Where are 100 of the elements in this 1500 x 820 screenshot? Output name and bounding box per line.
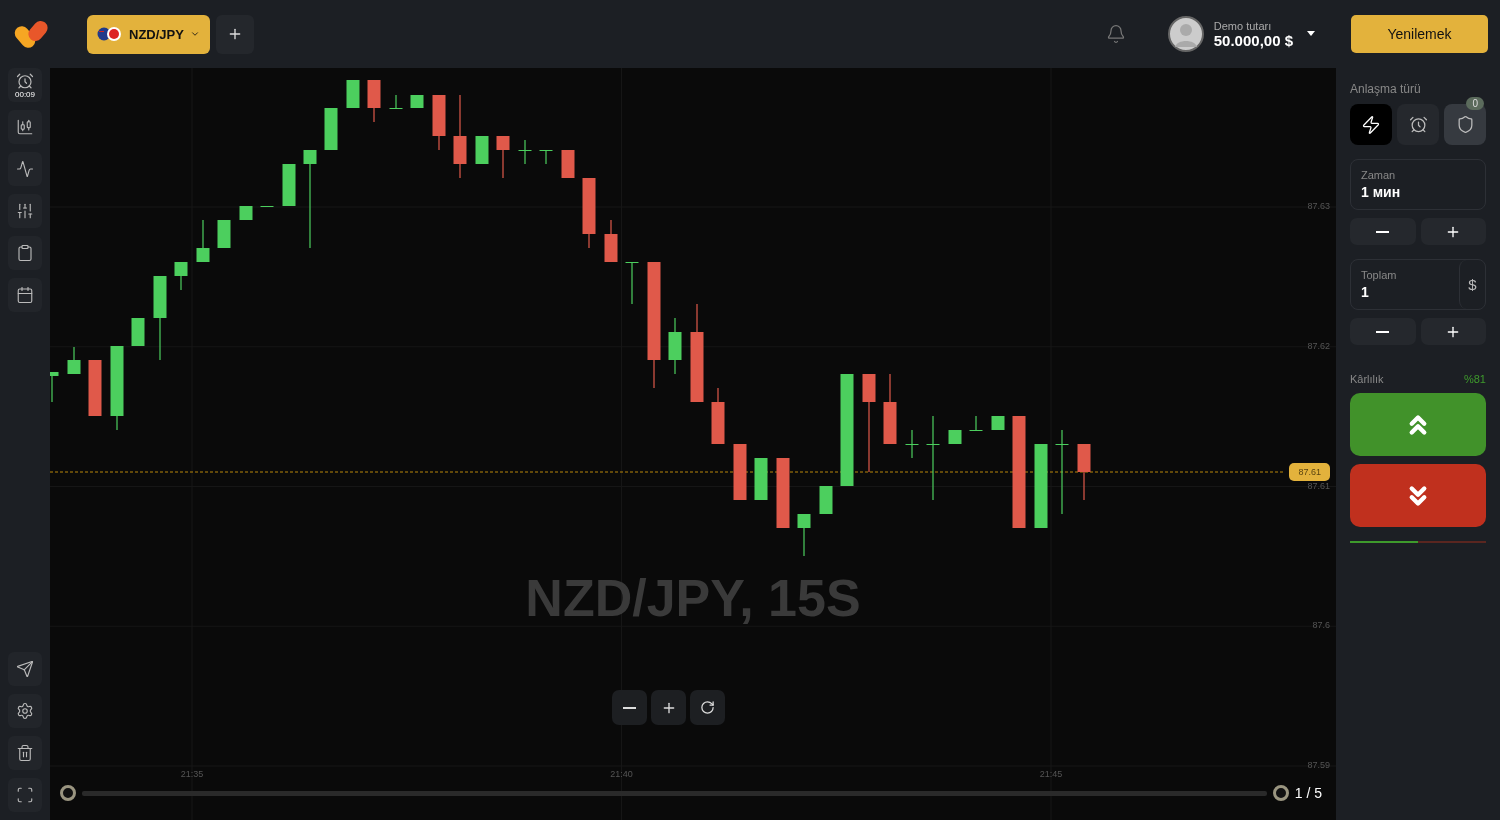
time-field[interactable]: Zaman 1 мин xyxy=(1350,159,1486,210)
candle xyxy=(797,513,811,557)
candle xyxy=(410,94,424,109)
candle xyxy=(754,457,768,501)
candle xyxy=(819,485,833,515)
zoom-out-button[interactable] xyxy=(612,690,647,725)
candle xyxy=(1077,443,1091,501)
add-asset-button[interactable] xyxy=(216,14,254,54)
chevron-down-icon xyxy=(190,29,200,39)
sliders-button[interactable] xyxy=(8,194,42,228)
candle xyxy=(239,205,253,221)
price-axis-label: 87.59 xyxy=(1307,760,1330,770)
minus-icon xyxy=(623,706,636,709)
alarm-clock-icon xyxy=(16,71,34,90)
candle xyxy=(905,429,919,459)
timer-button[interactable]: 00:09 xyxy=(8,68,42,102)
scroll-handle[interactable] xyxy=(60,785,76,801)
clipboard-icon xyxy=(16,244,34,262)
candlestick-button[interactable] xyxy=(8,110,42,144)
candle xyxy=(733,443,747,501)
plus-icon xyxy=(227,26,243,42)
notification-bell-icon[interactable] xyxy=(1105,24,1126,44)
trash-icon xyxy=(16,744,34,762)
alarm-clock-icon xyxy=(1408,115,1428,134)
caret-icon[interactable] xyxy=(1307,31,1315,37)
candle xyxy=(217,219,231,249)
candle xyxy=(776,457,790,529)
deal-type-button[interactable] xyxy=(1350,104,1392,145)
account-label: Demo tutarı xyxy=(1213,19,1273,32)
increase-button[interactable] xyxy=(1420,218,1486,245)
candle xyxy=(131,317,145,347)
candle xyxy=(561,149,575,179)
fullscreen-button[interactable] xyxy=(8,778,42,812)
profit-value: %81 xyxy=(1463,373,1486,385)
candle xyxy=(948,429,962,445)
calendar-button[interactable] xyxy=(8,278,42,312)
reset-zoom-button[interactable] xyxy=(690,690,725,725)
candle xyxy=(711,387,725,445)
candle xyxy=(324,107,338,151)
candle xyxy=(174,261,188,291)
fullscreen-icon xyxy=(16,786,34,804)
logo-icon xyxy=(14,19,50,49)
candle xyxy=(282,163,296,207)
candle xyxy=(475,135,489,165)
candle xyxy=(969,415,983,431)
current-price-tag: 87.61 xyxy=(1289,463,1330,481)
zoom-in-button[interactable] xyxy=(651,690,686,725)
profit-label: Kârlılık xyxy=(1350,373,1384,385)
candle xyxy=(539,149,553,165)
time-axis-label: 21:35 xyxy=(180,769,204,779)
deal-type-label: Anlaşma türü xyxy=(1350,82,1422,96)
reset-icon xyxy=(700,700,715,715)
trash-button[interactable] xyxy=(8,736,42,770)
candle xyxy=(604,219,618,263)
paper-plane-icon xyxy=(16,660,34,678)
down-button[interactable] xyxy=(1350,464,1486,527)
amount-field[interactable]: Toplam 1 $ xyxy=(1350,259,1486,310)
asset-selector[interactable]: NZD/JPY xyxy=(87,14,210,54)
account-balance[interactable]: 50.000,00 $ xyxy=(1213,31,1293,49)
calendar-icon xyxy=(16,286,34,304)
settings-icon xyxy=(16,702,34,720)
currency-flags-icon xyxy=(97,26,123,42)
price-axis-label: 87.63 xyxy=(1307,201,1330,211)
candle xyxy=(991,415,1005,431)
candlestick-icon xyxy=(16,118,34,136)
candle xyxy=(496,135,510,179)
up-button[interactable] xyxy=(1350,393,1486,456)
price-axis-label: 87.62 xyxy=(1307,340,1330,351)
minus-icon xyxy=(1376,330,1390,333)
time-axis-label: 21:40 xyxy=(610,769,633,779)
candle xyxy=(625,261,639,305)
candle xyxy=(260,205,274,208)
candle xyxy=(883,373,897,445)
count-badge: 0 xyxy=(1466,97,1484,110)
candle xyxy=(67,346,81,375)
page-indicator: 1 / 5 xyxy=(1294,785,1322,801)
increase-button[interactable] xyxy=(1420,318,1486,345)
deal-type-button[interactable] xyxy=(1397,104,1439,145)
avatar-silhouette[interactable] xyxy=(1167,16,1204,52)
candle xyxy=(389,94,403,110)
clipboard-button[interactable] xyxy=(8,236,42,270)
candle xyxy=(88,359,102,417)
minus-icon xyxy=(1376,230,1390,233)
paper-plane-button[interactable] xyxy=(8,652,42,686)
refill-button[interactable]: Yenilemek xyxy=(1351,15,1488,53)
price-axis-label: 87.6 xyxy=(1312,620,1330,631)
candle xyxy=(668,317,682,375)
time-axis-label: 21:45 xyxy=(1039,769,1063,779)
pulse-line-button[interactable] xyxy=(8,152,42,186)
candle xyxy=(196,219,210,263)
sliders-icon xyxy=(16,202,34,220)
candle xyxy=(346,79,360,109)
candle xyxy=(582,177,596,249)
scroll-handle[interactable] xyxy=(1272,785,1289,801)
pulse-line-icon xyxy=(16,160,34,178)
scroll-track[interactable] xyxy=(82,790,1267,796)
candle xyxy=(518,139,532,165)
settings-button[interactable] xyxy=(8,694,42,728)
price-axis-label: 87.61 xyxy=(1307,480,1330,491)
candle xyxy=(432,94,446,151)
